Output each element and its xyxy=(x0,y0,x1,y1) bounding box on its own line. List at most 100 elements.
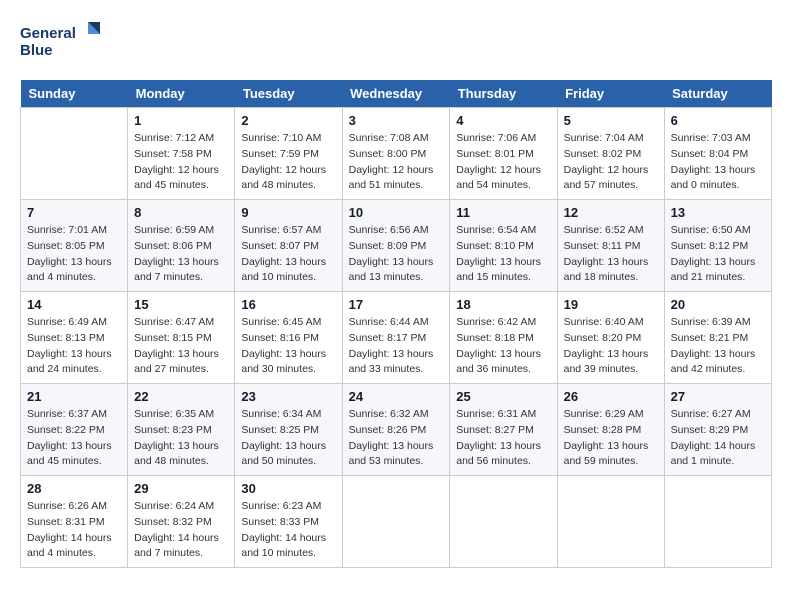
day-number: 10 xyxy=(349,205,444,220)
day-info: Sunrise: 6:39 AM Sunset: 8:21 PM Dayligh… xyxy=(671,315,765,378)
calendar-header-row: SundayMondayTuesdayWednesdayThursdayFrid… xyxy=(21,80,772,108)
day-number: 22 xyxy=(134,389,228,404)
calendar-cell: 27 Sunrise: 6:27 AM Sunset: 8:29 PM Dayli… xyxy=(664,384,771,476)
day-info: Sunrise: 7:10 AM Sunset: 7:59 PM Dayligh… xyxy=(241,131,335,194)
day-info: Sunrise: 6:54 AM Sunset: 8:10 PM Dayligh… xyxy=(456,223,550,286)
day-number: 25 xyxy=(456,389,550,404)
day-info: Sunrise: 6:32 AM Sunset: 8:26 PM Dayligh… xyxy=(349,407,444,470)
calendar-cell: 8 Sunrise: 6:59 AM Sunset: 8:06 PM Daylig… xyxy=(128,200,235,292)
calendar-cell: 22 Sunrise: 6:35 AM Sunset: 8:23 PM Dayli… xyxy=(128,384,235,476)
day-number: 2 xyxy=(241,113,335,128)
calendar-cell: 15 Sunrise: 6:47 AM Sunset: 8:15 PM Dayli… xyxy=(128,292,235,384)
calendar-cell xyxy=(342,476,450,568)
day-info: Sunrise: 6:56 AM Sunset: 8:09 PM Dayligh… xyxy=(349,223,444,286)
day-number: 3 xyxy=(349,113,444,128)
calendar-cell: 14 Sunrise: 6:49 AM Sunset: 8:13 PM Dayli… xyxy=(21,292,128,384)
day-number: 1 xyxy=(134,113,228,128)
day-number: 5 xyxy=(564,113,658,128)
calendar-cell: 24 Sunrise: 6:32 AM Sunset: 8:26 PM Dayli… xyxy=(342,384,450,476)
calendar-cell: 7 Sunrise: 7:01 AM Sunset: 8:05 PM Daylig… xyxy=(21,200,128,292)
day-number: 18 xyxy=(456,297,550,312)
day-info: Sunrise: 7:08 AM Sunset: 8:00 PM Dayligh… xyxy=(349,131,444,194)
calendar-cell: 20 Sunrise: 6:39 AM Sunset: 8:21 PM Dayli… xyxy=(664,292,771,384)
day-number: 4 xyxy=(456,113,550,128)
day-number: 30 xyxy=(241,481,335,496)
day-number: 16 xyxy=(241,297,335,312)
calendar-cell xyxy=(557,476,664,568)
column-header-friday: Friday xyxy=(557,80,664,108)
day-info: Sunrise: 6:42 AM Sunset: 8:18 PM Dayligh… xyxy=(456,315,550,378)
logo: General Blue xyxy=(20,20,100,65)
day-number: 15 xyxy=(134,297,228,312)
day-number: 12 xyxy=(564,205,658,220)
day-number: 24 xyxy=(349,389,444,404)
column-header-thursday: Thursday xyxy=(450,80,557,108)
day-info: Sunrise: 6:52 AM Sunset: 8:11 PM Dayligh… xyxy=(564,223,658,286)
day-number: 14 xyxy=(27,297,121,312)
day-number: 26 xyxy=(564,389,658,404)
day-info: Sunrise: 6:29 AM Sunset: 8:28 PM Dayligh… xyxy=(564,407,658,470)
calendar-table: SundayMondayTuesdayWednesdayThursdayFrid… xyxy=(20,80,772,568)
page-header: General Blue xyxy=(20,20,772,65)
day-number: 23 xyxy=(241,389,335,404)
day-number: 7 xyxy=(27,205,121,220)
calendar-cell: 6 Sunrise: 7:03 AM Sunset: 8:04 PM Daylig… xyxy=(664,108,771,200)
svg-text:Blue: Blue xyxy=(20,42,53,59)
day-info: Sunrise: 6:26 AM Sunset: 8:31 PM Dayligh… xyxy=(27,499,121,562)
calendar-cell: 3 Sunrise: 7:08 AM Sunset: 8:00 PM Daylig… xyxy=(342,108,450,200)
column-header-sunday: Sunday xyxy=(21,80,128,108)
calendar-cell xyxy=(450,476,557,568)
day-number: 20 xyxy=(671,297,765,312)
day-info: Sunrise: 6:47 AM Sunset: 8:15 PM Dayligh… xyxy=(134,315,228,378)
calendar-cell: 5 Sunrise: 7:04 AM Sunset: 8:02 PM Daylig… xyxy=(557,108,664,200)
day-info: Sunrise: 6:35 AM Sunset: 8:23 PM Dayligh… xyxy=(134,407,228,470)
calendar-cell: 29 Sunrise: 6:24 AM Sunset: 8:32 PM Dayli… xyxy=(128,476,235,568)
day-number: 28 xyxy=(27,481,121,496)
calendar-cell: 21Sunrise: 6:37 AM Sunset: 8:22 PM Dayli… xyxy=(21,384,128,476)
day-number: 11 xyxy=(456,205,550,220)
day-number: 17 xyxy=(349,297,444,312)
day-info: Sunrise: 7:04 AM Sunset: 8:02 PM Dayligh… xyxy=(564,131,658,194)
calendar-cell: 2 Sunrise: 7:10 AM Sunset: 7:59 PM Daylig… xyxy=(235,108,342,200)
day-number: 29 xyxy=(134,481,228,496)
calendar-cell: 9 Sunrise: 6:57 AM Sunset: 8:07 PM Daylig… xyxy=(235,200,342,292)
day-info: Sunrise: 6:59 AM Sunset: 8:06 PM Dayligh… xyxy=(134,223,228,286)
day-info: Sunrise: 6:31 AM Sunset: 8:27 PM Dayligh… xyxy=(456,407,550,470)
calendar-cell: 13 Sunrise: 6:50 AM Sunset: 8:12 PM Dayli… xyxy=(664,200,771,292)
day-number: 19 xyxy=(564,297,658,312)
week-row-3: 14 Sunrise: 6:49 AM Sunset: 8:13 PM Dayli… xyxy=(21,292,772,384)
day-info: Sunrise: 6:45 AM Sunset: 8:16 PM Dayligh… xyxy=(241,315,335,378)
column-header-monday: Monday xyxy=(128,80,235,108)
day-info: Sunrise: 6:24 AM Sunset: 8:32 PM Dayligh… xyxy=(134,499,228,562)
day-number: 27 xyxy=(671,389,765,404)
day-number: 6 xyxy=(671,113,765,128)
day-info: Sunrise: 6:50 AM Sunset: 8:12 PM Dayligh… xyxy=(671,223,765,286)
calendar-cell: 1 Sunrise: 7:12 AM Sunset: 7:58 PM Daylig… xyxy=(128,108,235,200)
day-info: Sunrise: 6:49 AM Sunset: 8:13 PM Dayligh… xyxy=(27,315,121,378)
day-info: Sunrise: 6:44 AM Sunset: 8:17 PM Dayligh… xyxy=(349,315,444,378)
day-number: 8 xyxy=(134,205,228,220)
day-info: Sunrise: 6:34 AM Sunset: 8:25 PM Dayligh… xyxy=(241,407,335,470)
logo-icon: General Blue xyxy=(20,20,100,65)
day-info: Sunrise: 6:27 AM Sunset: 8:29 PM Dayligh… xyxy=(671,407,765,470)
calendar-cell: 23 Sunrise: 6:34 AM Sunset: 8:25 PM Dayli… xyxy=(235,384,342,476)
week-row-5: 28 Sunrise: 6:26 AM Sunset: 8:31 PM Dayli… xyxy=(21,476,772,568)
day-number: 9 xyxy=(241,205,335,220)
calendar-cell: 17 Sunrise: 6:44 AM Sunset: 8:17 PM Dayli… xyxy=(342,292,450,384)
calendar-cell: 18 Sunrise: 6:42 AM Sunset: 8:18 PM Dayli… xyxy=(450,292,557,384)
day-info: Sunrise: 6:57 AM Sunset: 8:07 PM Dayligh… xyxy=(241,223,335,286)
day-info: Sunrise: 7:01 AM Sunset: 8:05 PM Dayligh… xyxy=(27,223,121,286)
calendar-cell: 4Sunrise: 7:06 AM Sunset: 8:01 PM Daylig… xyxy=(450,108,557,200)
week-row-2: 7 Sunrise: 7:01 AM Sunset: 8:05 PM Daylig… xyxy=(21,200,772,292)
day-info: Sunrise: 7:03 AM Sunset: 8:04 PM Dayligh… xyxy=(671,131,765,194)
calendar-cell: 16 Sunrise: 6:45 AM Sunset: 8:16 PM Dayli… xyxy=(235,292,342,384)
day-info: Sunrise: 7:12 AM Sunset: 7:58 PM Dayligh… xyxy=(134,131,228,194)
week-row-1: 1 Sunrise: 7:12 AM Sunset: 7:58 PM Daylig… xyxy=(21,108,772,200)
day-number: 13 xyxy=(671,205,765,220)
column-header-wednesday: Wednesday xyxy=(342,80,450,108)
day-info: Sunrise: 6:23 AM Sunset: 8:33 PM Dayligh… xyxy=(241,499,335,562)
calendar-cell: 30 Sunrise: 6:23 AM Sunset: 8:33 PM Dayli… xyxy=(235,476,342,568)
calendar-cell xyxy=(21,108,128,200)
calendar-cell: 11 Sunrise: 6:54 AM Sunset: 8:10 PM Dayli… xyxy=(450,200,557,292)
calendar-cell: 10 Sunrise: 6:56 AM Sunset: 8:09 PM Dayli… xyxy=(342,200,450,292)
